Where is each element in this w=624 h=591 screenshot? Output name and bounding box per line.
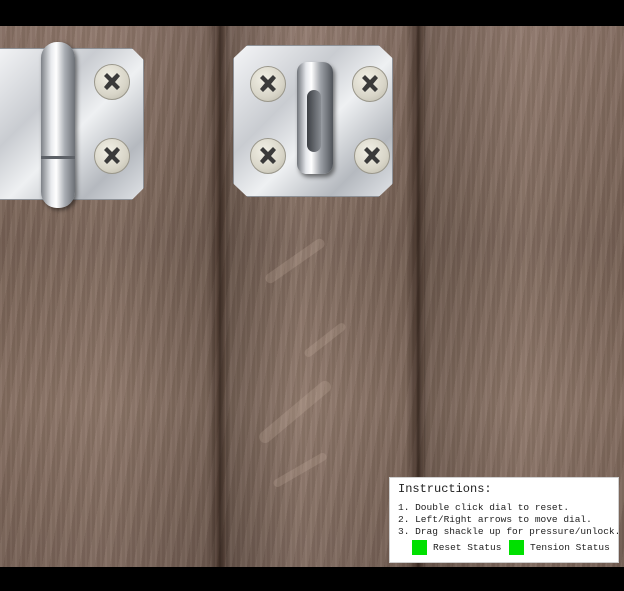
screw-icon (94, 64, 130, 100)
staple-slot (307, 90, 321, 152)
tension-status-light (509, 539, 524, 555)
screw-icon (250, 66, 286, 102)
screw-icon (354, 138, 390, 174)
instruction-step: 2. Left/Right arrows to move dial. (398, 514, 592, 525)
screw-icon (250, 138, 286, 174)
instruction-step: 1. Double click dial to reset. (398, 502, 570, 513)
tension-status-indicator: Tension Status (509, 539, 610, 555)
screw-icon (94, 138, 130, 174)
plank-seam-left (208, 26, 230, 567)
reset-status-light (412, 539, 427, 555)
hasp-hinge-barrel (41, 42, 75, 208)
reset-status-indicator: Reset Status (412, 539, 501, 555)
tension-status-label: Tension Status (530, 541, 610, 553)
instruction-step: 3. Drag shackle up for pressure/unlock. (398, 526, 621, 537)
instructions-title: Instructions: (398, 482, 492, 496)
reset-status-label: Reset Status (433, 541, 502, 553)
screw-icon (352, 66, 388, 102)
top-letterbox-bar (0, 0, 624, 26)
hinge-knuckle-line (41, 156, 75, 159)
bottom-letterbox-bar (0, 567, 624, 591)
